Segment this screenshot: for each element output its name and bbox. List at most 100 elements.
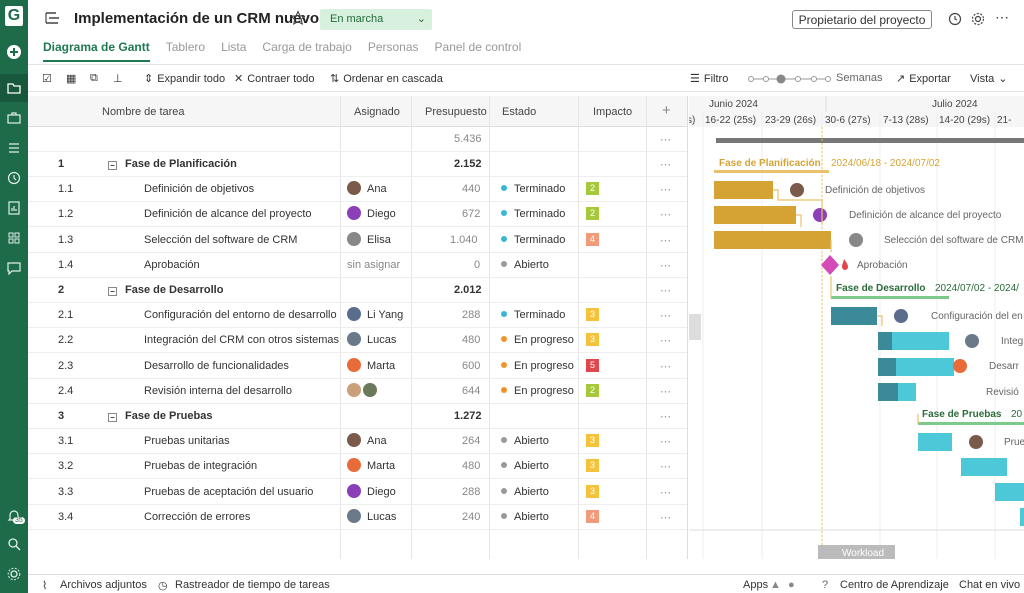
tab-workload[interactable]: Carga de trabajo xyxy=(262,40,351,62)
collapse-toggle-icon[interactable]: − xyxy=(108,413,117,422)
owner-button[interactable]: Propietario del proyecto xyxy=(792,10,932,29)
task-bar[interactable] xyxy=(714,206,796,224)
tab-list[interactable]: Lista xyxy=(221,40,246,62)
clock-icon[interactable] xyxy=(0,164,28,192)
status-cell[interactable]: Abierto xyxy=(501,486,549,498)
table-row[interactable]: 3.3 Pruebas de aceptación del usuario Dieg… xyxy=(28,480,687,505)
col-assignee[interactable]: Asignado xyxy=(354,106,400,118)
gear-icon[interactable] xyxy=(971,12,985,26)
tab-dashboard[interactable]: Panel de control xyxy=(435,40,522,62)
expand-all-button[interactable]: ⇕ Expandir todo xyxy=(144,72,225,86)
task-name[interactable]: Revisión interna del desarrollo xyxy=(144,385,292,397)
impact-badge[interactable]: 3 xyxy=(586,484,599,498)
task-name[interactable]: Aprobación xyxy=(144,259,200,271)
learning-center-link[interactable]: Centro de Aprendizaje xyxy=(840,579,949,591)
row-more-icon[interactable]: ⋯ xyxy=(660,284,671,297)
row-more-icon[interactable]: ⋯ xyxy=(660,208,671,221)
status-dropdown[interactable]: En marcha ⌄ xyxy=(320,9,432,30)
apps-link[interactable]: Apps xyxy=(743,579,768,591)
row-more-icon[interactable]: ⋯ xyxy=(660,360,671,373)
milestone-diamond[interactable] xyxy=(821,255,839,275)
table-row[interactable]: 1.2 Definición de alcance del proyecto Die… xyxy=(28,202,687,228)
tab-people[interactable]: Personas xyxy=(368,40,419,62)
table-row[interactable]: 2.3 Desarrollo de funcionalidades Marta 600… xyxy=(28,354,687,379)
chat-icon[interactable] xyxy=(0,254,28,282)
row-more-icon[interactable]: ⋯ xyxy=(660,259,671,272)
impact-badge[interactable]: 2 xyxy=(586,207,599,221)
task-name[interactable]: Integración del CRM con otros sistemas xyxy=(144,334,339,346)
status-cell[interactable]: Abierto xyxy=(501,435,549,447)
hierarchy-icon[interactable]: ⧉ xyxy=(90,72,98,85)
status-cell[interactable]: En progreso xyxy=(501,360,574,372)
task-name[interactable]: Pruebas de integración xyxy=(144,460,257,472)
time-tracker-link[interactable]: Rastreador de tiempo de tareas xyxy=(175,579,330,591)
attachments-link[interactable]: Archivos adjuntos xyxy=(60,579,147,591)
export-button[interactable]: ↗ Exportar xyxy=(896,72,951,86)
impact-badge[interactable]: 4 xyxy=(586,232,599,246)
impact-badge[interactable]: 5 xyxy=(586,358,599,372)
task-bar[interactable] xyxy=(714,181,773,199)
report-icon[interactable] xyxy=(0,194,28,222)
row-more-icon[interactable]: ⋯ xyxy=(660,486,671,499)
task-name[interactable]: Pruebas unitarias xyxy=(144,435,230,447)
calendar-icon[interactable]: ▦ xyxy=(66,72,76,85)
task-name[interactable]: Desarrollo de funcionalidades xyxy=(144,360,289,372)
table-row[interactable]: 3.2 Pruebas de integración Marta 480 Abierto… xyxy=(28,454,687,480)
row-more-icon[interactable]: ⋯ xyxy=(660,334,671,347)
row-more-icon[interactable]: ⋯ xyxy=(660,309,671,322)
task-name[interactable]: Selección del software de CRM xyxy=(144,234,297,246)
briefcase-icon[interactable] xyxy=(0,104,28,132)
collapse-toggle-icon[interactable]: − xyxy=(108,161,117,170)
impact-badge[interactable]: 2 xyxy=(586,383,599,397)
impact-badge[interactable]: 3 xyxy=(586,434,599,448)
bell-icon[interactable] xyxy=(0,502,28,530)
task-bar[interactable] xyxy=(995,483,1024,501)
cascade-sort-button[interactable]: ⇅ Ordenar en cascada xyxy=(330,72,443,86)
tab-gantt[interactable]: Diagrama de Gantt xyxy=(43,40,150,62)
status-cell[interactable]: Terminado xyxy=(501,234,565,246)
task-name[interactable]: Pruebas de aceptación del usuario xyxy=(144,486,313,498)
task-bar[interactable] xyxy=(1020,508,1024,526)
live-chat-link[interactable]: Chat en vivo xyxy=(959,579,1020,591)
status-cell[interactable]: En progreso xyxy=(501,385,574,397)
col-status[interactable]: Estado xyxy=(502,106,536,118)
task-bar[interactable] xyxy=(918,433,952,451)
table-row[interactable]: 1.4 Aprobación sin asignar 0 Abierto ⋯ xyxy=(28,253,687,278)
row-more-icon[interactable]: ⋯ xyxy=(660,183,671,196)
row-more-icon[interactable]: ⋯ xyxy=(660,460,671,473)
impact-badge[interactable]: 4 xyxy=(586,509,599,523)
status-cell[interactable]: Abierto xyxy=(501,460,549,472)
collapse-panel-handle[interactable] xyxy=(689,314,701,340)
table-row[interactable]: 1 − Fase de Planificación 2.152 ⋯ xyxy=(28,152,687,177)
table-row[interactable]: 2.2 Integración del CRM con otros sistema… xyxy=(28,328,687,354)
row-more-icon[interactable]: ⋯ xyxy=(660,511,671,524)
impact-badge[interactable]: 3 xyxy=(586,333,599,347)
task-name[interactable]: Configuración del entorno de desarrollo xyxy=(144,309,337,321)
table-row[interactable]: 2 − Fase de Desarrollo 2.012 ⋯ xyxy=(28,278,687,303)
status-cell[interactable]: En progreso xyxy=(501,334,574,346)
table-row[interactable]: 1.1 Definición de objetivos Ana 440 Terminad… xyxy=(28,177,687,203)
baseline-icon[interactable]: ⊥ xyxy=(113,72,123,85)
folder-icon[interactable] xyxy=(0,74,28,102)
row-more-icon[interactable]: ⋯ xyxy=(660,158,671,171)
star-icon[interactable] xyxy=(290,10,306,26)
search-icon[interactable] xyxy=(0,530,28,558)
task-bar[interactable] xyxy=(961,458,1007,476)
list-icon[interactable] xyxy=(0,134,28,162)
table-row[interactable]: 1.3 Selección del software de CRM Elisa 1.0… xyxy=(28,228,687,253)
row-more-icon[interactable]: ⋯ xyxy=(660,133,671,146)
impact-badge[interactable]: 3 xyxy=(586,308,599,322)
table-row[interactable]: 3.1 Pruebas unitarias Ana 264 Abierto 3 ⋯ xyxy=(28,429,687,455)
status-cell[interactable]: Terminado xyxy=(501,208,565,220)
settings-icon[interactable] xyxy=(0,560,28,588)
table-row[interactable]: 2.4 Revisión interna del desarrollo 644 En … xyxy=(28,379,687,404)
status-cell[interactable]: Terminado xyxy=(501,183,565,195)
zoom-slider[interactable] xyxy=(748,73,832,85)
row-more-icon[interactable]: ⋯ xyxy=(660,234,671,247)
status-cell[interactable]: Abierto xyxy=(501,259,549,271)
more-options-icon[interactable]: ⋯ xyxy=(995,9,1009,26)
grid-icon[interactable] xyxy=(0,224,28,252)
filter-button[interactable]: ☰ Filtro xyxy=(690,72,728,86)
app-logo[interactable]: G xyxy=(5,6,23,26)
status-cell[interactable]: Abierto xyxy=(501,511,549,523)
